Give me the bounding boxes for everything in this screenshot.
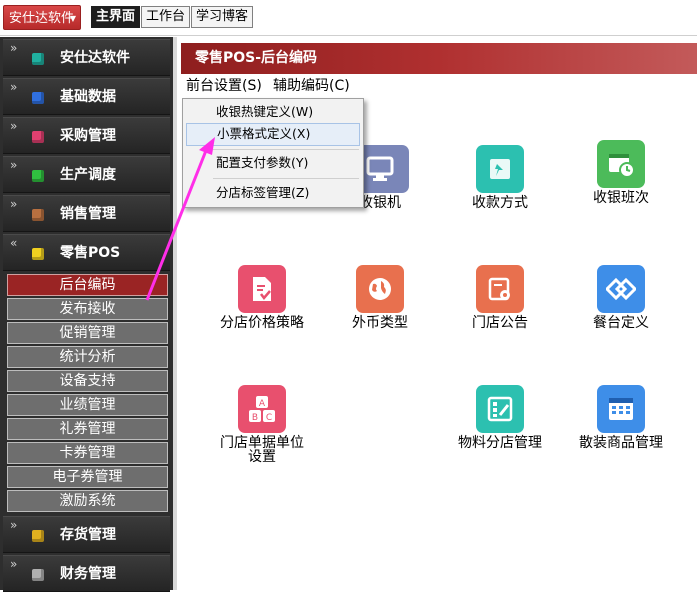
sidebar-section-anshida[interactable]: » 安仕达软件 — [3, 39, 170, 76]
sidebar-section-label: 生产调度 — [60, 167, 116, 183]
double-chevron-right-icon: » — [10, 557, 18, 571]
notice-gear-icon — [476, 265, 524, 313]
sidebar-item-performance[interactable]: 业绩管理 — [7, 394, 168, 416]
top-bar: 安仕达软件 ▼ 主界面 工作台 学习博客 — [0, 0, 697, 36]
tab-workbench[interactable]: 工作台 — [141, 6, 191, 28]
menu-item-receipt-format[interactable]: 小票格式定义(X) — [186, 123, 360, 146]
menu-item-hotkey-definition[interactable]: 收银热键定义(W) — [186, 101, 360, 124]
sidebar-item-gift-voucher[interactable]: 礼券管理 — [7, 418, 168, 440]
sidebar-section-sales[interactable]: » 销售管理 — [3, 195, 170, 232]
tile-label: 物料分店管理 — [458, 435, 542, 451]
double-chevron-right-icon: » — [10, 41, 18, 55]
menu-bar: 前台设置(S) 辅助编码(C) — [181, 75, 697, 97]
sidebar-section-label: 采购管理 — [60, 128, 116, 144]
svg-text:B: B — [252, 413, 258, 423]
svg-text:A: A — [259, 399, 266, 409]
sidebar-item-incentive[interactable]: 激励系统 — [7, 490, 168, 512]
calendar-clock-icon — [597, 140, 645, 188]
double-chevron-down-icon: « — [10, 236, 18, 250]
tile-store-notice[interactable]: 门店公告 — [455, 265, 545, 330]
sidebar-section-label: 零售POS — [60, 245, 121, 261]
sidebar-section-purchase[interactable]: » 采购管理 — [3, 117, 170, 154]
sidebar-section-production[interactable]: » 生产调度 — [3, 156, 170, 193]
gray-cube-icon — [32, 569, 44, 581]
sidebar-item-e-voucher[interactable]: 电子券管理 — [7, 466, 168, 488]
tab-blog[interactable]: 学习博客 — [191, 6, 254, 28]
tile-table-definition[interactable]: 餐台定义 — [576, 265, 666, 330]
sidebar-item-publish-receive[interactable]: 发布接收 — [7, 298, 168, 320]
blue-cube-icon — [32, 92, 44, 104]
edit-grid-icon — [476, 385, 524, 433]
frontend-settings-dropdown: 收银热键定义(W) 小票格式定义(X) 配置支付参数(Y) 分店标签管理(Z) — [182, 98, 364, 208]
brown-cube-icon — [32, 209, 44, 221]
globe-icon — [356, 265, 404, 313]
menu-frontend-settings[interactable]: 前台设置(S) — [186, 77, 262, 95]
tile-label: 分店价格策略 — [220, 315, 304, 331]
double-chevron-right-icon: » — [10, 197, 18, 211]
double-chevron-right-icon: » — [10, 119, 18, 133]
sidebar-section-label: 安仕达软件 — [60, 50, 130, 66]
tile-label: 收款方式 — [472, 195, 528, 211]
sidebar-section-inventory[interactable]: » 存货管理 — [3, 516, 170, 553]
gold-cube-icon — [32, 530, 44, 542]
abc-blocks-icon: ABC — [238, 385, 286, 433]
tile-cashier-shift[interactable]: 收银班次 — [576, 140, 666, 205]
menu-separator — [213, 178, 359, 179]
menu-separator — [213, 149, 359, 150]
tile-label: 散装商品管理 — [579, 435, 663, 451]
tile-label: 外币类型 — [352, 315, 408, 331]
sidebar-item-promotion[interactable]: 促销管理 — [7, 322, 168, 344]
pink-cube-icon — [32, 131, 44, 143]
app-menu-button[interactable]: 安仕达软件 ▼ — [3, 5, 81, 30]
sidebar-section-basic-data[interactable]: » 基础数据 — [3, 78, 170, 115]
table-icon — [597, 385, 645, 433]
double-chevron-right-icon: » — [10, 158, 18, 172]
sidebar-item-backend-coding[interactable]: 后台编码 — [7, 274, 168, 296]
menu-item-payment-params[interactable]: 配置支付参数(Y) — [186, 152, 360, 175]
sidebar-section-finance[interactable]: » 财务管理 — [3, 555, 170, 592]
sidebar: » 安仕达软件 » 基础数据 » 采购管理 » 生产调度 » 销售管理 « 零售… — [0, 37, 177, 592]
sidebar-section-label: 存货管理 — [60, 527, 116, 543]
diamond-link-icon — [597, 265, 645, 313]
tile-currency-type[interactable]: 外币类型 — [335, 265, 425, 330]
yellow-cube-icon — [32, 248, 44, 260]
teal-cube-icon — [32, 53, 44, 65]
sidebar-item-statistics[interactable]: 统计分析 — [7, 346, 168, 368]
tile-label: 门店单据单位设置 — [220, 435, 304, 465]
tile-bulk-goods[interactable]: 散装商品管理 — [576, 385, 666, 450]
double-chevron-right-icon: » — [10, 518, 18, 532]
price-doc-icon — [238, 265, 286, 313]
caret-down-icon: ▼ — [69, 14, 76, 23]
tile-payment-method[interactable]: 收款方式 — [455, 145, 545, 210]
tile-material-branch[interactable]: 物料分店管理 — [455, 385, 545, 450]
page-title: 零售POS-后台编码 — [181, 43, 697, 74]
tile-label: 收银班次 — [593, 190, 649, 206]
tile-store-doc-units[interactable]: ABC 门店单据单位设置 — [217, 385, 307, 464]
sidebar-item-devices[interactable]: 设备支持 — [7, 370, 168, 392]
menu-aux-coding[interactable]: 辅助编码(C) — [273, 77, 350, 95]
tile-branch-price-strategy[interactable]: 分店价格策略 — [217, 265, 307, 330]
double-chevron-right-icon: » — [10, 80, 18, 94]
tab-main[interactable]: 主界面 — [91, 6, 141, 28]
app-menu-label: 安仕达软件 — [9, 11, 75, 26]
top-tabs: 主界面 工作台 学习博客 — [91, 6, 254, 30]
menu-item-branch-labels[interactable]: 分店标签管理(Z) — [186, 182, 360, 205]
tile-label: 餐台定义 — [593, 315, 649, 331]
tile-label: 门店公告 — [472, 315, 528, 331]
sidebar-section-label: 基础数据 — [60, 89, 116, 105]
sidebar-section-label: 销售管理 — [60, 206, 116, 222]
svg-text:C: C — [266, 413, 272, 423]
retail-pos-submenu: 后台编码 发布接收 促销管理 统计分析 设备支持 业绩管理 礼券管理 卡券管理 … — [7, 274, 173, 512]
sidebar-section-label: 财务管理 — [60, 566, 116, 582]
pin-icon — [476, 145, 524, 193]
sidebar-section-retail-pos[interactable]: « 零售POS — [3, 234, 170, 271]
sidebar-item-card-voucher[interactable]: 卡券管理 — [7, 442, 168, 464]
green-cube-icon — [32, 170, 44, 182]
